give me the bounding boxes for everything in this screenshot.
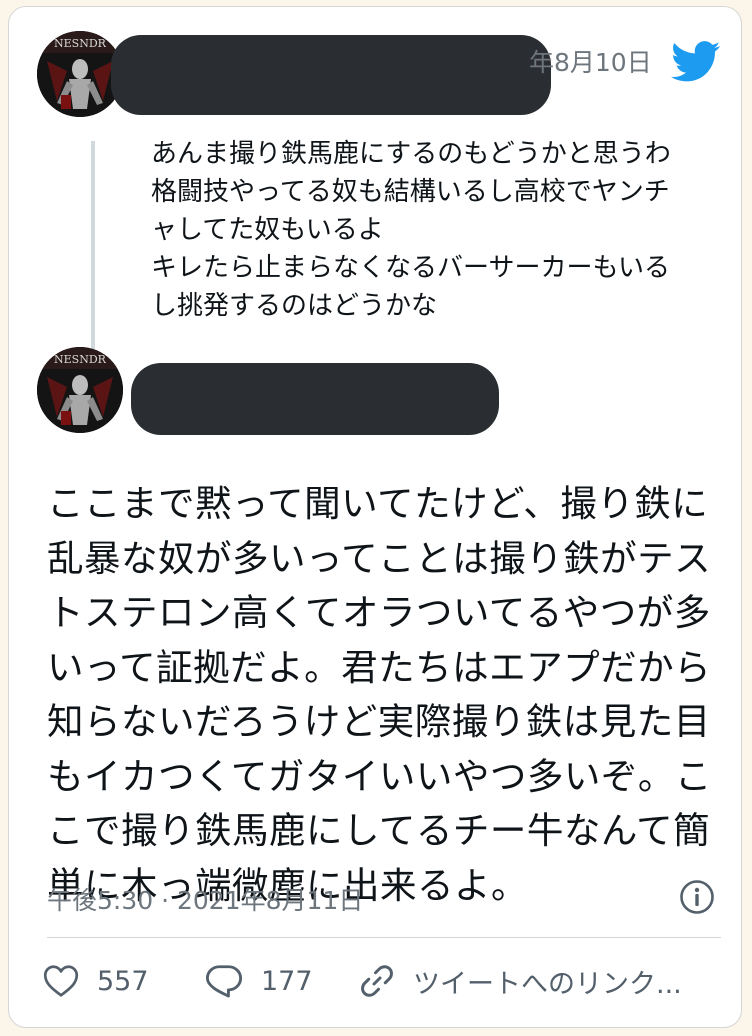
main-text-line: ここまで黙って聞いてたけど、撮り鉄に: [47, 482, 709, 525]
thread-connector-line: [91, 141, 95, 349]
parent-text-line: ャしてた奴もいるよ: [151, 215, 384, 245]
main-text-line: もイカつくてガタイいいやつ多いぞ。こ: [47, 754, 712, 798]
heart-icon: [43, 965, 79, 997]
link-label: ツイートへのリンク...: [413, 968, 682, 1000]
main-text-line: 乱暴な奴が多いってことは撮り鉄がテス: [47, 536, 712, 580]
like-button[interactable]: 557: [43, 961, 149, 1001]
author-avatar[interactable]: NESNDR: [37, 347, 123, 433]
info-icon[interactable]: [679, 879, 715, 915]
reply-button[interactable]: 177: [205, 961, 313, 1001]
action-divider: [47, 937, 721, 938]
copy-link-button[interactable]: ツイートへのリンク...: [359, 961, 682, 1001]
main-text-line: こで撮り鉄馬鹿にしてるチー牛なんて簡: [47, 809, 711, 852]
like-count: 557: [97, 965, 149, 997]
parent-text-line: あんま撮り鉄馬鹿にするのもどうかと思うわ: [151, 139, 671, 169]
parent-text-line: キレたら止まらなくなるバーサーカーもいる: [151, 253, 670, 283]
twitter-bird-icon[interactable]: [671, 41, 721, 83]
svg-text:NESNDR: NESNDR: [54, 37, 107, 50]
parent-text-line: 格闘技やってる奴も結構いるし高校でヤンチ: [151, 177, 670, 207]
main-text-line: トステロン高くてオラついてるやつが多: [47, 591, 711, 634]
parent-text-line: し挑発するのはどうかな: [151, 291, 438, 321]
main-tweet-text: ここまで黙って聞いてたけど、撮り鉄に 乱暴な奴が多いってことは撮り鉄がテス トス…: [47, 477, 727, 913]
main-text-line: いって証拠だよ。君たちはエアプだから: [47, 645, 712, 689]
parent-date[interactable]: 年8月10日: [529, 43, 652, 79]
redacted-author-username: [131, 363, 499, 435]
link-icon: [361, 965, 393, 997]
main-text-line: 知らないだろうけど実際撮り鉄は見た目: [47, 700, 711, 743]
reply-bubble-icon: [205, 965, 243, 998]
redacted-parent-username: [111, 35, 551, 115]
parent-tweet-text: あんま撮り鉄馬鹿にするのもどうかと思うわ 格闘技やってる奴も結構いるし高校でヤン…: [151, 135, 721, 325]
tweet-timestamp[interactable]: 午後5:30 · 2021年8月11日: [47, 881, 363, 917]
tweet-card: NESNDR 年8月10日 あんま撮り鉄馬鹿にするのもどうかと思うわ 格闘技やっ…: [8, 6, 742, 1028]
reply-count: 177: [261, 965, 313, 997]
svg-text:NESNDR: NESNDR: [54, 353, 107, 366]
